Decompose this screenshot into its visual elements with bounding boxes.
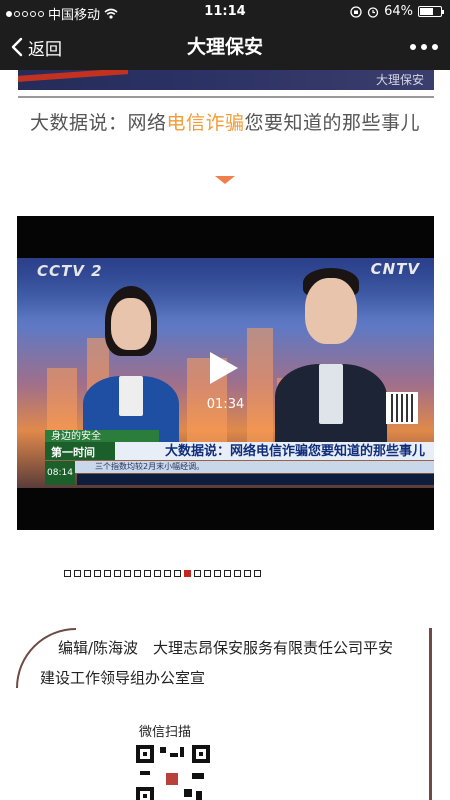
pager-square[interactable] — [164, 570, 171, 577]
qr-label: 微信扫描 — [138, 725, 191, 740]
pager-square[interactable] — [134, 570, 141, 577]
ticker-headline: 大数据说：网络电信诈骗您要知道的那些事儿 — [165, 444, 426, 459]
more-options-button[interactable] — [410, 24, 438, 70]
pager-square[interactable] — [84, 570, 91, 577]
pager-square[interactable] — [244, 570, 251, 577]
pager-square[interactable] — [94, 570, 101, 577]
editor-line-1: 编辑/陈海波 大理志昂保安服务有限责任公司平安 — [58, 639, 394, 657]
article-headline: 大数据说：网络电信诈骗您要知道的那些事儿 — [0, 108, 450, 135]
play-icon[interactable] — [210, 352, 238, 384]
more-dots-icon — [410, 44, 416, 50]
top-banner-image: 大理保安 — [18, 70, 434, 90]
pager-square[interactable] — [174, 570, 181, 577]
headline-prefix: 大数据说：网络 — [29, 112, 167, 134]
back-label: 返回 — [28, 39, 62, 60]
battery-level-fill — [420, 8, 433, 15]
back-button[interactable]: 返回 — [10, 24, 62, 70]
battery-icon — [418, 6, 444, 17]
arrow-down-icon — [215, 176, 235, 184]
nav-bar: 返回 大理保安 — [0, 24, 450, 70]
image-pager — [64, 570, 261, 577]
pager-square[interactable] — [74, 570, 81, 577]
pager-square[interactable] — [104, 570, 111, 577]
status-bar: 中国移动 11:14 64% — [0, 0, 450, 24]
pager-square-active[interactable] — [184, 570, 191, 577]
pager-square[interactable] — [114, 570, 121, 577]
wechat-qr-code[interactable] — [136, 745, 210, 800]
card-border-line — [429, 628, 432, 800]
channel-logo: CCTV 2 — [37, 262, 103, 280]
ticker-clock: 08:14 — [45, 461, 75, 485]
headline-highlight: 电信诈骗 — [166, 112, 245, 134]
video-player[interactable]: CCTV 2 CNTV 身边的安全 第一时间 大数据说：网络电信诈骗您要知道的那… — [17, 216, 434, 530]
orientation-lock-icon — [350, 5, 362, 18]
ticker-stock-strip — [77, 474, 434, 485]
pager-square[interactable] — [144, 570, 151, 577]
pager-square[interactable] — [64, 570, 71, 577]
divider — [18, 96, 434, 98]
pager-square[interactable] — [214, 570, 221, 577]
chevron-left-icon — [11, 37, 23, 57]
pager-square[interactable] — [224, 570, 231, 577]
pager-square[interactable] — [204, 570, 211, 577]
news-anchor-female — [83, 284, 179, 446]
battery-percent: 64% — [384, 4, 413, 19]
pager-square[interactable] — [234, 570, 241, 577]
ticker-subline: 三个指数均较2月末小幅经调。 — [45, 461, 434, 473]
editor-credit: 编辑/陈海波 大理志昂保安服务有限责任公司平安 建设工作领导组办公室宣 — [40, 633, 410, 693]
pager-square[interactable] — [194, 570, 201, 577]
ticker-program: 第一时间 — [51, 446, 95, 459]
banner-brush-stroke — [18, 70, 128, 82]
pager-square[interactable] — [254, 570, 261, 577]
status-bar-right: 64% — [350, 4, 444, 19]
editor-line-2: 建设工作领导组办公室宣 — [40, 669, 206, 687]
video-duration: 01:34 — [206, 397, 245, 412]
page-title: 大理保安 — [186, 36, 263, 58]
pager-square[interactable] — [154, 570, 161, 577]
alarm-icon — [367, 6, 379, 18]
headline-suffix: 您要知道的那些事儿 — [244, 112, 421, 134]
news-anchor-male — [275, 268, 387, 446]
qr-center-logo — [164, 771, 180, 787]
pager-square[interactable] — [124, 570, 131, 577]
banner-brand-text: 大理保安 — [375, 73, 424, 87]
